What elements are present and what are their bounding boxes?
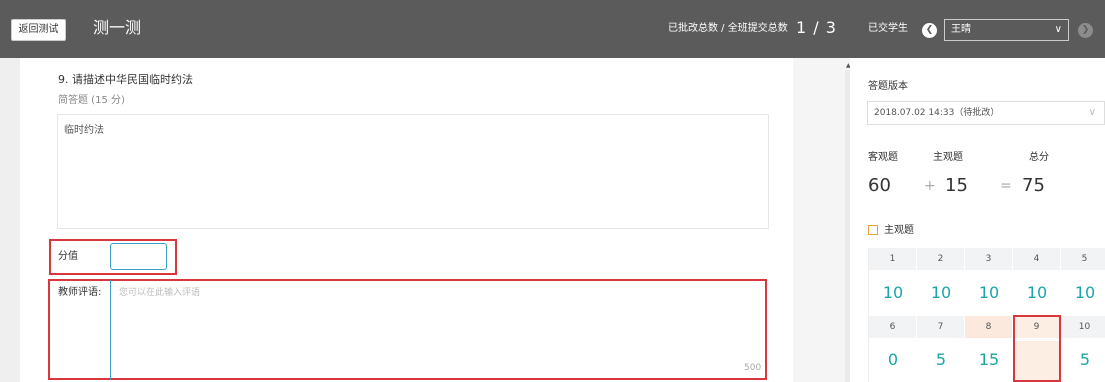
- comment-divider: [110, 280, 111, 380]
- subjective-label: 主观题: [933, 152, 963, 163]
- submitted-students-label: 已交学生: [868, 23, 908, 34]
- top-bar: [0, 0, 1105, 58]
- scroll-gutter: [793, 58, 850, 382]
- chevron-down-icon: ∨: [1054, 24, 1062, 35]
- grid-question-number[interactable]: 5: [1061, 248, 1105, 270]
- next-student-button[interactable]: ❯: [1078, 23, 1093, 38]
- score-label: 分值: [58, 251, 78, 262]
- page-title: 测一测: [93, 18, 142, 37]
- score-input[interactable]: [110, 243, 167, 270]
- grid-question-score[interactable]: 5: [1061, 341, 1105, 379]
- grid-question-number[interactable]: 6: [869, 316, 917, 338]
- grid-question-score[interactable]: 10: [869, 274, 917, 312]
- total-score: 75: [1022, 175, 1045, 196]
- subjective-legend-label: 主观题: [884, 225, 914, 236]
- grid-question-score[interactable]: 10: [1061, 274, 1105, 312]
- equals-sign: =: [1000, 178, 1012, 194]
- chevron-left-icon: ❮: [925, 25, 934, 35]
- version-select[interactable]: 2018.07.02 14:33（待批改） ∨: [867, 101, 1105, 125]
- objective-label: 客观题: [868, 152, 898, 163]
- student-answer-text: 临时约法: [64, 125, 104, 136]
- comment-textarea[interactable]: 您可以在此输入评语: [119, 287, 200, 299]
- grid-question-score[interactable]: 15: [965, 341, 1013, 379]
- total-label: 总分: [1029, 152, 1049, 163]
- current-question-highlight-frame: [1013, 315, 1061, 382]
- student-name: 王晴: [951, 24, 971, 35]
- subjective-legend-icon: [868, 225, 878, 235]
- comment-char-limit: 500: [744, 363, 762, 373]
- grid-question-score[interactable]: 10: [965, 274, 1013, 312]
- grading-progress-label: 已批改总数 / 全班提交总数: [668, 23, 788, 34]
- grid-question-number[interactable]: 4: [1013, 248, 1061, 270]
- grid-question-score[interactable]: 5: [917, 341, 965, 379]
- student-answer-box: [57, 114, 769, 229]
- question-title: 9. 请描述中华民国临时约法: [58, 73, 193, 86]
- chevron-right-icon: ❯: [1081, 25, 1090, 35]
- grid-question-number[interactable]: 7: [917, 316, 965, 338]
- comment-label: 教师评语:: [58, 287, 102, 298]
- grid-question-number[interactable]: 3: [965, 248, 1013, 270]
- back-to-test-button[interactable]: 返回测试: [11, 19, 66, 41]
- question-type: 简答题 (15 分): [58, 95, 125, 106]
- grading-progress-value: 1 / 3: [796, 18, 837, 37]
- objective-score: 60: [868, 175, 891, 196]
- grid-question-number[interactable]: 2: [917, 248, 965, 270]
- version-label: 答题版本: [868, 81, 908, 92]
- version-value: 2018.07.02 14:33（待批改）: [874, 108, 1000, 118]
- grid-question-score[interactable]: 0: [869, 341, 917, 379]
- student-select[interactable]: 王晴 ∨: [944, 19, 1069, 41]
- subjective-score: 15: [945, 175, 968, 196]
- grid-question-score[interactable]: 10: [917, 274, 965, 312]
- grid-question-score[interactable]: 10: [1013, 274, 1061, 312]
- grid-question-number[interactable]: 8: [965, 316, 1013, 338]
- previous-student-button[interactable]: ❮: [922, 23, 937, 38]
- grid-question-number[interactable]: 1: [869, 248, 917, 270]
- chevron-down-icon: ∨: [1088, 107, 1096, 118]
- grid-question-number[interactable]: 10: [1061, 316, 1105, 338]
- plus-sign: +: [924, 178, 936, 194]
